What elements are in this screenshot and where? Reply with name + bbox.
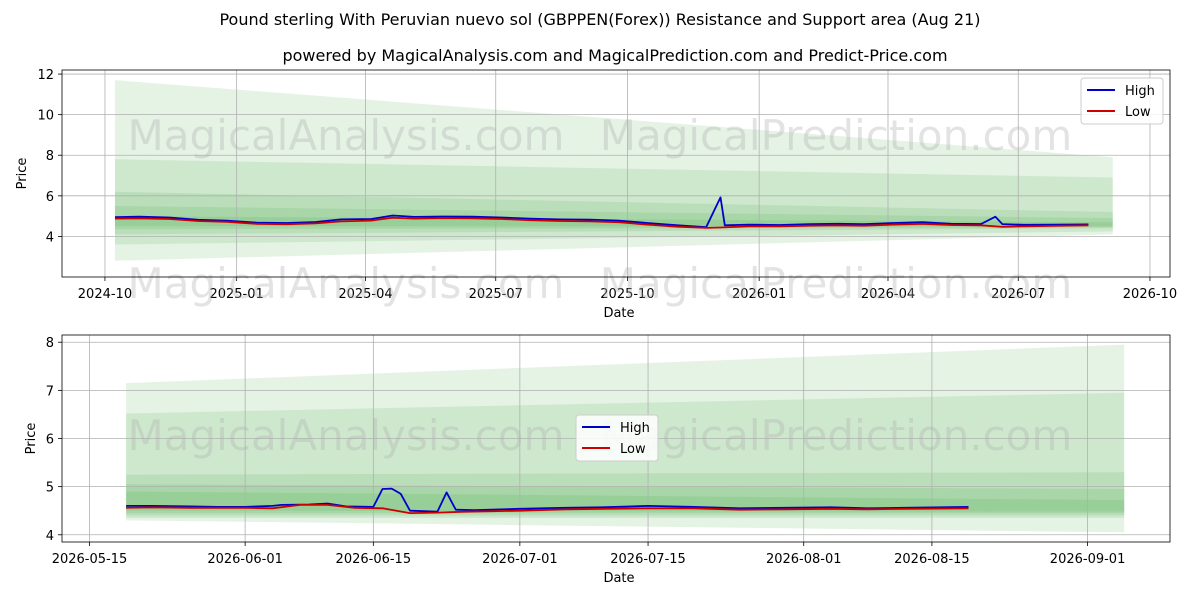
- x-tick-label-0: 2024-10: [78, 287, 132, 302]
- watermark-1: MagicalPrediction.com: [600, 111, 1073, 160]
- x-tick-label-6: 2026-08-15: [894, 552, 970, 567]
- watermark-0: MagicalAnalysis.com: [128, 111, 565, 160]
- legend-label-low: Low: [620, 442, 646, 457]
- x-tick-label-5: 2026-08-01: [766, 552, 842, 567]
- y-axis-label: Price: [15, 158, 30, 190]
- legend-label-high: High: [620, 421, 650, 436]
- x-axis-label: Date: [603, 571, 634, 586]
- legend: High Low: [1080, 77, 1164, 125]
- y-tick-label-3: 10: [37, 109, 54, 124]
- legend-label-low: Low: [1125, 105, 1151, 120]
- y-tick-label-3: 7: [46, 384, 54, 399]
- chart-figure: Pound sterling With Peruvian nuevo sol (…: [0, 0, 1200, 600]
- chart-title: Pound sterling With Peruvian nuevo sol (…: [219, 10, 980, 29]
- x-tick-label-7: 2026-09-01: [1050, 552, 1126, 567]
- watermark-0: MagicalAnalysis.com: [128, 411, 565, 460]
- chart-subtitle: powered by MagicalAnalysis.com and Magic…: [282, 46, 947, 65]
- x-tick-label-1: 2026-06-01: [207, 552, 283, 567]
- y-tick-label-0: 4: [46, 529, 54, 544]
- legend: High Low: [575, 414, 659, 462]
- y-axis-label: Price: [24, 423, 39, 455]
- y-tick-label-4: 8: [46, 336, 54, 351]
- x-tick-label-8: 2026-10: [1123, 287, 1177, 302]
- y-tick-label-1: 6: [46, 190, 54, 205]
- y-tick-label-2: 8: [46, 149, 54, 164]
- y-tick-label-0: 4: [46, 230, 54, 245]
- y-tick-label-4: 12: [37, 68, 54, 83]
- x-tick-label-3: 2026-07-01: [482, 552, 558, 567]
- x-tick-label-2: 2026-06-15: [336, 552, 412, 567]
- legend-label-high: High: [1125, 84, 1155, 99]
- y-tick-label-2: 6: [46, 433, 54, 448]
- watermark-2: MagicalAnalysis.com: [128, 259, 565, 308]
- x-tick-label-0: 2026-05-15: [52, 552, 128, 567]
- chart-page: Pound sterling With Peruvian nuevo sol (…: [0, 0, 1200, 600]
- y-tick-label-1: 5: [46, 481, 54, 496]
- x-tick-label-4: 2026-07-15: [610, 552, 686, 567]
- watermark-1: MagicalPrediction.com: [600, 411, 1073, 460]
- watermark-3: MagicalPrediction.com: [600, 259, 1073, 308]
- x-axis-label: Date: [603, 306, 634, 321]
